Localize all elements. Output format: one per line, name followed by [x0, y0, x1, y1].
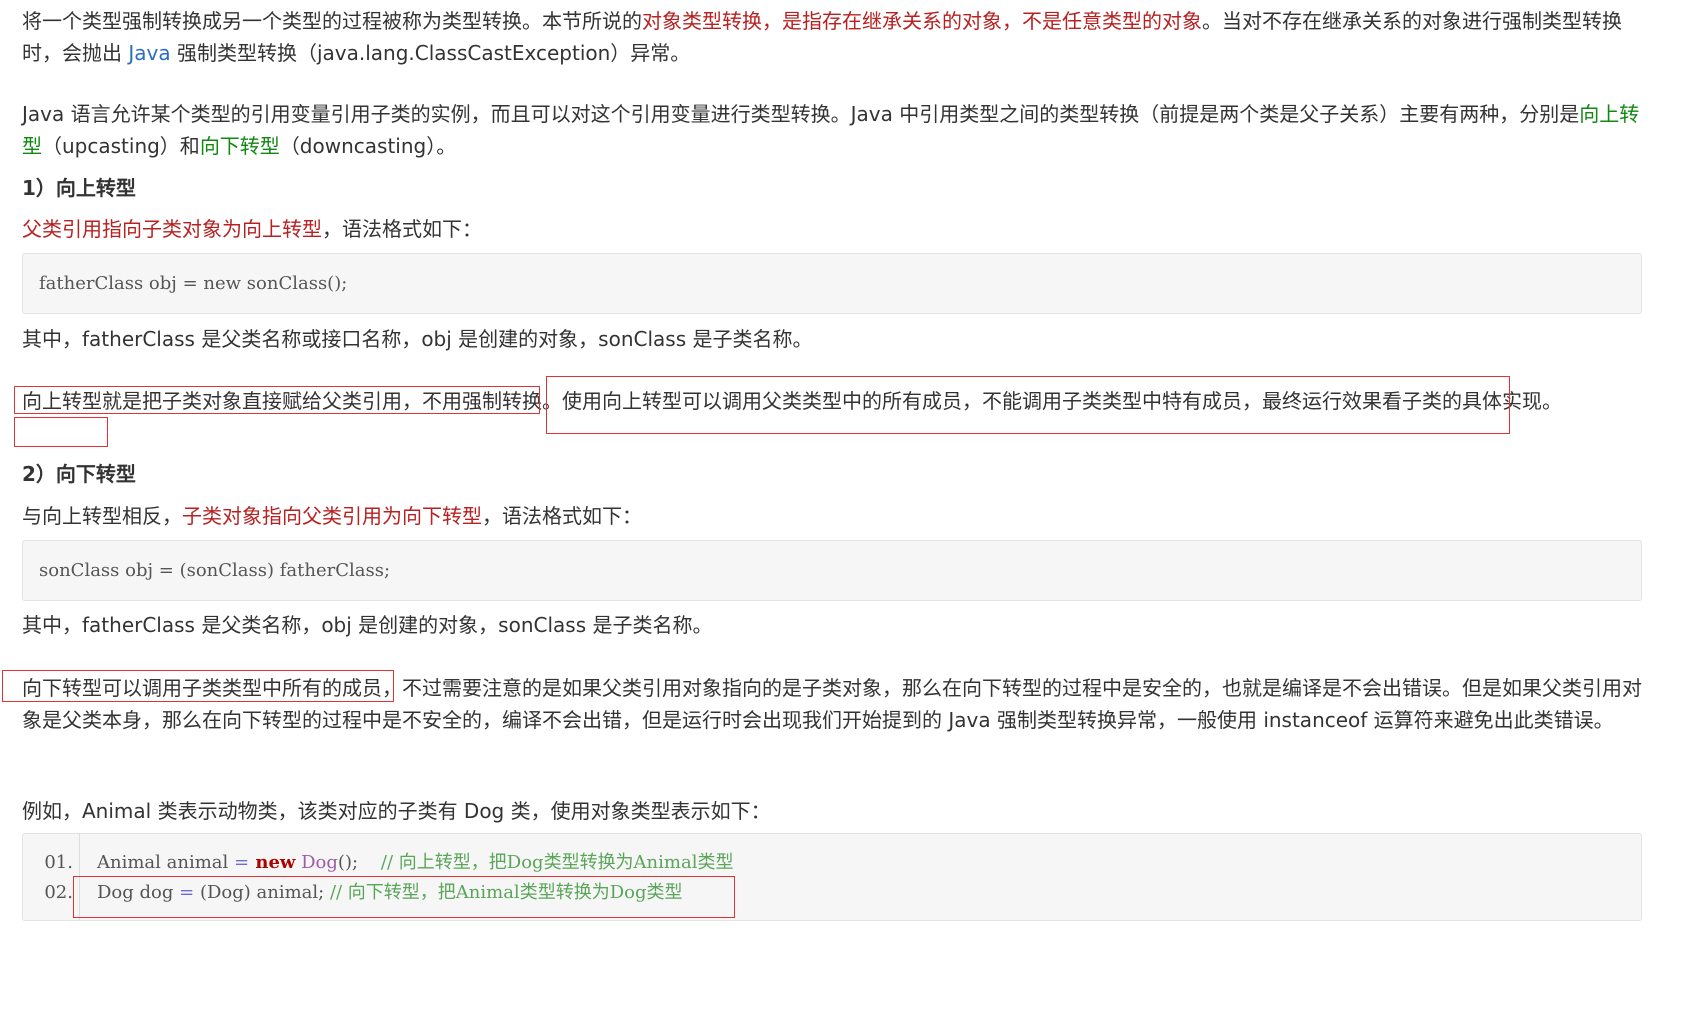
annotation-box [546, 376, 1510, 434]
code-line: fatherClass obj = new sonClass(); [39, 273, 348, 294]
code-line: sonClass obj = (sonClass) fatherClass; [39, 560, 391, 581]
annotation-box [14, 417, 108, 447]
upcasting-intro: 父类引用指向子类对象为向上转型，语法格式如下： [22, 217, 482, 241]
downcasting-code-block: sonClass obj = (sonClass) fatherClass; [22, 540, 1642, 601]
cast-types-paragraph: Java 语言允许某个类型的引用变量引用子类的实例，而且可以对这个引用变量进行类… [22, 102, 1640, 158]
line-number: 02. [44, 882, 73, 903]
line-number: 01. [44, 852, 73, 873]
java-link[interactable]: Java [128, 41, 170, 65]
downcasting-term: 向下转型 [199, 134, 280, 158]
downcasting-explain: 其中，fatherClass 是父类名称，obj 是创建的对象，sonClass… [22, 613, 713, 637]
downcasting-intro: 与向上转型相反，子类对象指向父类引用为向下转型，语法格式如下： [22, 504, 642, 528]
annotation-box [73, 876, 735, 918]
intro-paragraph: 将一个类型强制转换成另一个类型的过程被称为类型转换。本节所说的对象类型转换，是指… [22, 9, 1622, 65]
annotation-box [14, 386, 540, 414]
heading-upcasting: 1）向上转型 [22, 176, 136, 200]
example-intro: 例如，Animal 类表示动物类，该类对应的子类有 Dog 类，使用对象类型表示… [22, 799, 771, 823]
annotation-box [2, 670, 394, 702]
highlight-object-cast: 对象类型转换，是指存在继承关系的对象，不是任意类型的对象 [642, 9, 1202, 33]
code-line-1: Animal animal = new Dog(); // 向上转型，把Dog类… [97, 852, 734, 873]
upcasting-explain: 其中，fatherClass 是父类名称或接口名称，obj 是创建的对象，son… [22, 327, 813, 351]
heading-downcasting: 2）向下转型 [22, 462, 136, 486]
upcasting-code-block: fatherClass obj = new sonClass(); [22, 253, 1642, 314]
